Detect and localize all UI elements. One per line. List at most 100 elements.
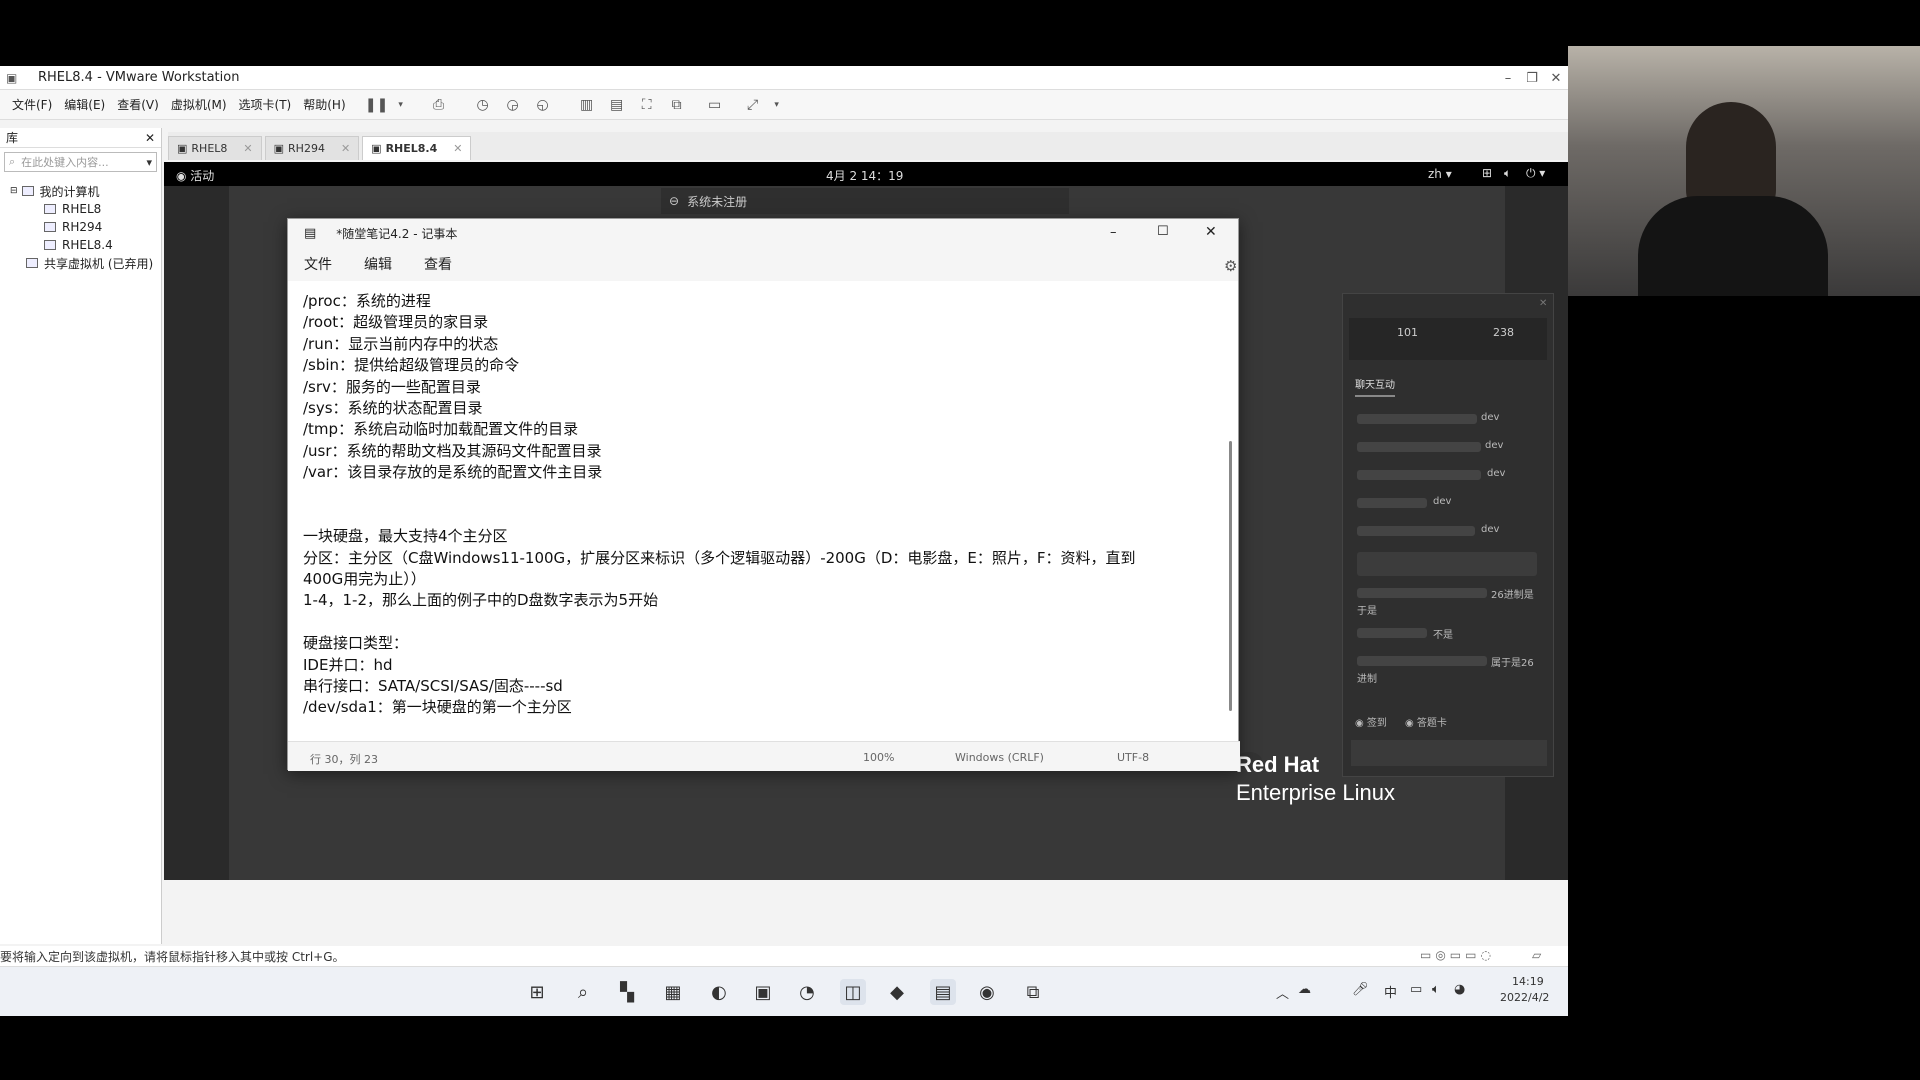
blurred-username: [1357, 442, 1481, 452]
notepad-menu-edit[interactable]: 编辑: [364, 254, 392, 274]
vm-tabs: ▣ RHEL8 ✕ ▣ RH294 ✕ ▣ RHEL8.4 ✕: [168, 132, 1568, 160]
notepad-editor[interactable]: /proc：系统的进程/root：超级管理员的家目录/run：显示当前内存中的状…: [303, 291, 1213, 721]
library-close-icon[interactable]: ✕: [145, 131, 155, 145]
brand-line2: Enterprise Linux: [1236, 780, 1395, 805]
chevron-down-icon[interactable]: ▾: [146, 156, 152, 169]
presenter-body: [1638, 196, 1828, 296]
chat-close-icon[interactable]: ✕: [1539, 298, 1547, 309]
fullscreen-icon[interactable]: ⛶: [636, 94, 658, 116]
editor-line: /srv：服务的一些配置目录: [303, 377, 481, 396]
clock-time[interactable]: 14:19: [1512, 975, 1544, 988]
input-language[interactable]: zh ▾: [1428, 167, 1452, 181]
search-icon: ⌕: [9, 155, 16, 168]
edge-icon[interactable]: ◐: [706, 979, 732, 1005]
ime-indicator[interactable]: 中: [1384, 982, 1397, 1001]
snapshot-icon[interactable]: ◷: [472, 94, 494, 116]
start-icon[interactable]: ⊞: [524, 979, 550, 1005]
chat-messages: dev dev dev dev dev 26进制是 于是 不是 属于是26 进制: [1351, 406, 1547, 726]
menu-file[interactable]: 文件(F): [12, 96, 52, 113]
notepad-menu-file[interactable]: 文件: [304, 254, 332, 274]
settings-gear-icon[interactable]: ⚙: [1224, 257, 1237, 275]
notepad-minimize-button[interactable]: –: [1110, 225, 1117, 240]
tab-close-icon[interactable]: ✕: [243, 142, 252, 155]
collapse-icon[interactable]: ⊟: [10, 186, 18, 196]
checkin-button[interactable]: ◉ 签到: [1355, 714, 1387, 729]
encoding: UTF-8: [1117, 751, 1150, 764]
clock-date[interactable]: 2022/4/2: [1500, 991, 1549, 1004]
store-icon[interactable]: ▣: [750, 979, 776, 1005]
live-chat-panel: ✕ 101 238 聊天互动 dev dev dev dev dev 26进制是…: [1342, 293, 1554, 777]
unity-icon[interactable]: ⧉: [666, 94, 688, 116]
notepad-icon[interactable]: ▤: [930, 979, 956, 1005]
registration-notice[interactable]: ⊖ 系统未注册: [661, 188, 1069, 214]
vmware-icon[interactable]: ◫: [840, 979, 866, 1005]
answer-card-button[interactable]: ◉ 答题卡: [1405, 714, 1447, 729]
menu-tabs[interactable]: 选项卡(T): [239, 96, 292, 113]
editor-line: /var：该目录存放的是系统的配置文件主目录: [303, 463, 603, 482]
close-button[interactable]: ✕: [1544, 66, 1568, 90]
snapshot-manager-icon[interactable]: ◵: [532, 94, 554, 116]
message-icon[interactable]: ▱: [1532, 948, 1541, 962]
stretch-dropdown-icon[interactable]: ▾: [772, 94, 782, 116]
notepad-menu-bar: 文件 编辑 查看 ⚙: [288, 247, 1238, 281]
tab-close-icon[interactable]: ✕: [453, 142, 462, 155]
chat-message: 不是: [1433, 630, 1453, 641]
console-icon[interactable]: ▭: [704, 94, 726, 116]
tree-my-computer[interactable]: ⊟ 我的计算机: [10, 182, 161, 200]
tree-item-rh294[interactable]: RH294: [10, 218, 161, 236]
network-icon[interactable]: ▭: [1410, 982, 1422, 997]
tab-rhel8[interactable]: ▣ RHEL8 ✕: [168, 136, 262, 160]
search-icon[interactable]: ⌕: [570, 979, 596, 1005]
power-icon[interactable]: ⏻ ▾: [1526, 166, 1545, 181]
library-search[interactable]: ⌕ 在此处键入内容... ▾: [4, 152, 157, 172]
speaker-icon[interactable]: 🔈︎: [1432, 982, 1440, 997]
app-icon: ▣: [6, 71, 18, 85]
checkin-label: 签到: [1366, 718, 1387, 729]
thumbnail-view-icon[interactable]: ▤: [606, 94, 628, 116]
tree-shared-vms[interactable]: 共享虚拟机 (已弃用): [10, 254, 161, 272]
send-keys-icon[interactable]: ⎙: [428, 94, 450, 116]
restore-button[interactable]: ❐: [1520, 66, 1544, 90]
app-icon-3[interactable]: ⧉: [1020, 979, 1046, 1005]
menu-help[interactable]: 帮助(H): [303, 96, 345, 113]
app-icon-1[interactable]: ◔: [794, 979, 820, 1005]
snapshot-restore-icon[interactable]: ◶: [502, 94, 524, 116]
menu-edit[interactable]: 编辑(E): [64, 96, 105, 113]
tray-chevron-icon[interactable]: ︿: [1276, 983, 1289, 1002]
gnome-clock[interactable]: 4月 2 14：19: [826, 167, 903, 184]
editor-line: 1-4，1-2，那么上面的例子中的D盘数字表示为5开始: [303, 591, 659, 610]
status-hint: 要将输入定向到该虚拟机，请将鼠标指针移入其中或按 Ctrl+G。: [0, 949, 345, 964]
notepad-scrollbar[interactable]: [1229, 441, 1232, 711]
answer-card-icon: ◉: [1405, 718, 1417, 729]
activities-button[interactable]: ◉ 活动: [176, 167, 214, 184]
dropdown-icon[interactable]: ▾: [396, 94, 406, 116]
device-icons[interactable]: ▭◎▭▭◌: [1420, 948, 1495, 962]
tab-label: RH294: [288, 142, 325, 155]
notepad-menu-view[interactable]: 查看: [424, 254, 452, 274]
chat-message: 属于是26: [1491, 658, 1534, 669]
pause-icon[interactable]: ❚❚: [365, 94, 388, 116]
app-tray-icon[interactable]: ◕: [1454, 982, 1465, 997]
app-icon-2[interactable]: ◆: [884, 979, 910, 1005]
presenter-webcam: [1568, 46, 1920, 296]
minimize-button[interactable]: –: [1496, 66, 1520, 90]
obs-icon[interactable]: ◉: [974, 979, 1000, 1005]
library-view-icon[interactable]: ▥: [576, 94, 598, 116]
stretch-icon[interactable]: ⤢: [742, 94, 764, 116]
notepad-maximize-button[interactable]: ☐: [1157, 224, 1169, 239]
task-view-icon[interactable]: ▚: [614, 979, 640, 1005]
notepad-close-button[interactable]: ✕: [1205, 224, 1217, 240]
microphone-icon[interactable]: 🎤︎: [1352, 982, 1369, 997]
cloud-icon[interactable]: ☁: [1298, 982, 1311, 997]
menu-vm[interactable]: 虚拟机(M): [171, 96, 227, 113]
tab-rhel84[interactable]: ▣ RHEL8.4 ✕: [362, 136, 472, 160]
tab-rh294[interactable]: ▣ RH294 ✕: [264, 136, 360, 160]
menu-view[interactable]: 查看(V): [117, 96, 159, 113]
file-explorer-icon[interactable]: ▦: [660, 979, 686, 1005]
notepad-title: *随堂笔记4.2 - 记事本: [336, 226, 458, 241]
tree-item-rhel8[interactable]: RHEL8: [10, 200, 161, 218]
chat-tab-active[interactable]: 聊天互动: [1355, 376, 1395, 397]
chat-input[interactable]: [1351, 740, 1547, 766]
tree-item-rhel84[interactable]: RHEL8.4: [10, 236, 161, 254]
tab-close-icon[interactable]: ✕: [341, 142, 350, 155]
